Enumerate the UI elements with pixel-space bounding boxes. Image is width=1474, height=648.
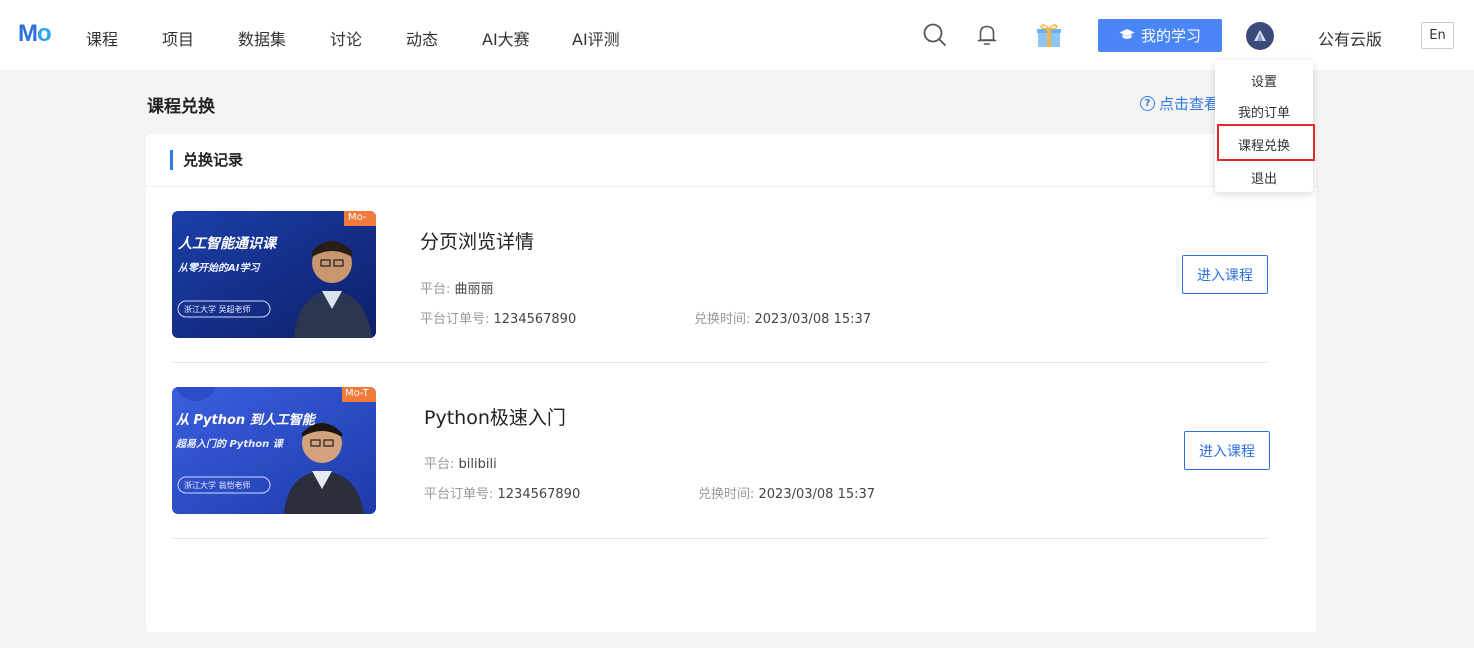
nav-item-datasets[interactable]: 数据集	[238, 26, 286, 50]
avatar[interactable]	[1246, 22, 1274, 50]
nav-item-courses[interactable]: 课程	[86, 26, 118, 50]
nav-item-activity[interactable]: 动态	[406, 26, 438, 50]
course-order-number: 平台订单号: 1234567890	[424, 483, 580, 502]
time-label: 兑换时间:	[694, 312, 755, 327]
redeem-record-card: 兑换记录 人工智能通识课 从零开始的AI学习 浙江大学 吴超老师 Mo- 分页浏…	[146, 134, 1316, 632]
list-item: 人工智能通识课 从零开始的AI学习 浙江大学 吴超老师 Mo- 分页浏览详情 平…	[172, 211, 1268, 387]
thumbnail-tag: Mo-T	[345, 388, 369, 399]
graduation-cap-icon	[1119, 27, 1135, 45]
row-divider	[172, 538, 1268, 539]
platform-value: 曲丽丽	[454, 282, 494, 297]
avatar-icon	[1254, 30, 1266, 41]
page-title: 课程兑换	[147, 97, 215, 117]
order-label: 平台订单号:	[420, 312, 494, 327]
help-link[interactable]: ? 点击查看	[1140, 93, 1219, 114]
menu-item-logout[interactable]: 退出	[1215, 168, 1313, 187]
course-order-number: 平台订单号: 1234567890	[420, 308, 576, 327]
thumbnail-title: 从 Python 到人工智能	[176, 413, 315, 428]
time-value: 2023/03/08 15:37	[758, 487, 876, 502]
platform-label: 平台:	[420, 282, 455, 297]
order-label: 平台订单号:	[424, 487, 498, 502]
thumbnail-teacher: 浙江大学 吴超老师	[184, 305, 251, 314]
row-divider	[172, 362, 1268, 363]
language-toggle-button[interactable]: En	[1421, 22, 1454, 49]
logo-o: o	[37, 20, 52, 47]
user-dropdown-menu: 设置 我的订单 课程兑换 退出	[1215, 60, 1315, 192]
my-study-button[interactable]: 我的学习	[1098, 19, 1222, 52]
order-value: 1234567890	[497, 487, 581, 502]
my-study-label: 我的学习	[1140, 27, 1201, 45]
course-thumbnail[interactable]: 人工智能通识课 从零开始的AI学习 浙江大学 吴超老师 Mo-	[172, 211, 376, 338]
enter-course-button[interactable]: 进入课程	[1184, 431, 1270, 470]
menu-item-settings[interactable]: 设置	[1215, 71, 1313, 90]
logo-m: M	[18, 20, 38, 47]
nav-item-projects[interactable]: 项目	[162, 26, 194, 50]
course-redeem-time: 兑换时间: 2023/03/08 15:37	[694, 308, 871, 327]
search-icon[interactable]	[922, 22, 948, 48]
section-divider	[146, 186, 1316, 187]
thumbnail-subtitle: 从零开始的AI学习	[178, 263, 260, 274]
order-value: 1234567890	[493, 312, 577, 327]
course-title[interactable]: 分页浏览详情	[420, 227, 534, 254]
course-title[interactable]: Python极速入门	[424, 403, 566, 430]
bell-icon[interactable]	[974, 22, 1000, 48]
course-thumbnail[interactable]: 从 Python 到人工智能 超易入门的 Python 课 浙江大学 翁恺老师 …	[172, 387, 376, 514]
time-label: 兑换时间:	[698, 487, 759, 502]
thumbnail-subtitle: 超易入门的 Python 课	[176, 439, 283, 450]
thumbnail-teacher: 浙江大学 翁恺老师	[184, 481, 251, 490]
menu-item-my-orders[interactable]: 我的订单	[1215, 102, 1313, 121]
section-title: 兑换记录	[170, 150, 243, 170]
platform-value: bilibili	[458, 457, 497, 472]
public-cloud-link[interactable]: 公有云版	[1318, 26, 1382, 50]
help-link-label: 点击查看	[1159, 95, 1220, 113]
nav-item-ai-evaluation[interactable]: AI评测	[572, 26, 620, 50]
thumbnail-title: 人工智能通识课	[178, 236, 276, 252]
nav-item-ai-competition[interactable]: AI大赛	[482, 26, 530, 50]
thumbnail-tag: Mo-	[348, 212, 367, 223]
course-redeem-time: 兑换时间: 2023/03/08 15:37	[698, 483, 875, 502]
enter-course-button[interactable]: 进入课程	[1182, 255, 1268, 294]
mo-logo[interactable]: Mo	[18, 20, 52, 48]
course-platform: 平台: 曲丽丽	[420, 278, 494, 297]
nav-item-discussion[interactable]: 讨论	[330, 26, 362, 50]
menu-item-selected-highlight	[1217, 124, 1315, 161]
time-value: 2023/03/08 15:37	[754, 312, 872, 327]
platform-label: 平台:	[424, 457, 459, 472]
gift-icon[interactable]	[1034, 22, 1064, 48]
course-platform: 平台: bilibili	[424, 453, 497, 472]
list-item: 从 Python 到人工智能 超易入门的 Python 课 浙江大学 翁恺老师 …	[172, 387, 1270, 563]
question-circle-icon: ?	[1140, 96, 1155, 111]
